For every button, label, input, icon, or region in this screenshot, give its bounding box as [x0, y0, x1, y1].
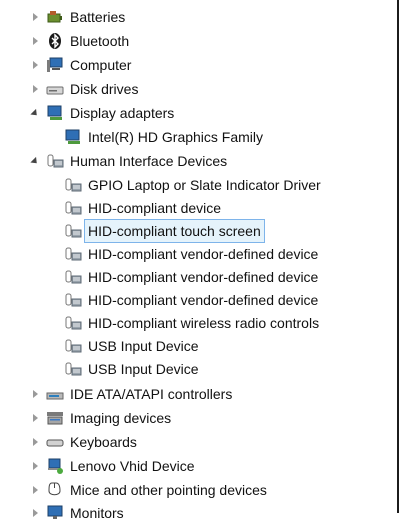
- hid-icon: [65, 362, 82, 376]
- expand-arrow-icon[interactable]: [28, 10, 42, 24]
- tree-item-label: GPIO Laptop or Slate Indicator Driver: [88, 177, 321, 193]
- tree-item-usb-input-device[interactable]: USB Input Device: [64, 335, 199, 357]
- tree-item-human-interface-devices[interactable]: Human Interface Devices: [28, 150, 227, 172]
- window-frame-edge: [397, 0, 399, 513]
- hid-icon: [65, 201, 82, 215]
- collapse-arrow-icon[interactable]: [28, 154, 42, 168]
- tree-item-label: Monitors: [70, 505, 124, 521]
- tree-item-usb-input-device[interactable]: USB Input Device: [64, 358, 199, 380]
- tree-item-label: Human Interface Devices: [70, 153, 228, 169]
- tree-item-computer[interactable]: Computer: [28, 54, 131, 76]
- tree-item-label: Mice and other pointing devices: [70, 482, 267, 498]
- tree-item-gpio-indicator-driver[interactable]: GPIO Laptop or Slate Indicator Driver: [64, 174, 321, 196]
- bluetooth-icon: [49, 33, 61, 49]
- mouse-icon: [48, 482, 61, 496]
- tree-item-label: Intel(R) HD Graphics Family: [88, 129, 264, 145]
- expand-arrow-icon[interactable]: [28, 58, 42, 72]
- hid-icon: [65, 224, 82, 238]
- tree-item-label: HID-compliant touch screen: [84, 219, 265, 243]
- display-adapter-icon: [47, 105, 62, 120]
- tree-item-label: USB Input Device: [88, 338, 199, 354]
- tree-item-monitors[interactable]: Monitors: [28, 502, 124, 524]
- tree-item-hid-touch-screen[interactable]: HID-compliant touch screen: [64, 219, 265, 243]
- hid-icon: [47, 154, 64, 168]
- tree-item-imaging-devices[interactable]: Imaging devices: [28, 407, 171, 429]
- hid-icon: [65, 178, 82, 192]
- expand-arrow-icon[interactable]: [28, 411, 42, 425]
- tree-item-label: HID-compliant vendor-defined device: [88, 292, 319, 308]
- tree-item-hid-wireless-radio-controls[interactable]: HID-compliant wireless radio controls: [64, 312, 319, 334]
- hid-icon: [65, 316, 82, 330]
- tree-item-label: Keyboards: [70, 434, 137, 450]
- hid-icon: [65, 293, 82, 307]
- tree-item-label: HID-compliant wireless radio controls: [88, 315, 320, 331]
- tree-item-ide-controllers[interactable]: IDE ATA/ATAPI controllers: [28, 383, 232, 405]
- tree-item-label: Disk drives: [70, 81, 139, 97]
- tree-item-disk-drives[interactable]: Disk drives: [28, 78, 138, 100]
- disk-drive-icon: [46, 86, 64, 95]
- expand-arrow-icon[interactable]: [28, 459, 42, 473]
- tree-item-label: IDE ATA/ATAPI controllers: [70, 386, 233, 402]
- tree-item-display-adapters[interactable]: Display adapters: [28, 102, 174, 124]
- tree-item-mice[interactable]: Mice and other pointing devices: [28, 479, 267, 501]
- tree-item-label: HID-compliant vendor-defined device: [88, 269, 319, 285]
- tree-item-label: HID-compliant device: [88, 200, 222, 216]
- tree-item-keyboards[interactable]: Keyboards: [28, 431, 137, 453]
- tree-item-batteries[interactable]: Batteries: [28, 6, 125, 28]
- tree-item-hid-vendor-defined-device[interactable]: HID-compliant vendor-defined device: [64, 243, 318, 265]
- tree-item-label: Display adapters: [70, 105, 175, 121]
- tree-item-label: USB Input Device: [88, 361, 199, 377]
- tree-item-intel-hd-graphics[interactable]: Intel(R) HD Graphics Family: [64, 126, 263, 148]
- tree-item-hid-vendor-defined-device[interactable]: HID-compliant vendor-defined device: [64, 266, 318, 288]
- lenovo-vhid-icon: [48, 458, 63, 474]
- tree-item-hid-vendor-defined-device[interactable]: HID-compliant vendor-defined device: [64, 289, 318, 311]
- expand-arrow-icon[interactable]: [28, 34, 42, 48]
- expand-arrow-icon[interactable]: [28, 387, 42, 401]
- battery-icon: [47, 11, 62, 23]
- hid-icon: [65, 270, 82, 284]
- tree-item-label: Lenovo Vhid Device: [70, 458, 195, 474]
- tree-item-bluetooth[interactable]: Bluetooth: [28, 30, 129, 52]
- keyboard-icon: [46, 439, 64, 447]
- hid-icon: [65, 247, 82, 261]
- tree-item-label: Bluetooth: [70, 33, 130, 49]
- tree-item-label: Imaging devices: [70, 410, 172, 426]
- tree-item-label: HID-compliant vendor-defined device: [88, 246, 319, 262]
- tree-item-label: Batteries: [70, 9, 126, 25]
- imaging-device-icon: [47, 412, 63, 425]
- collapse-arrow-icon[interactable]: [28, 106, 42, 120]
- tree-item-lenovo-vhid-device[interactable]: Lenovo Vhid Device: [28, 455, 195, 477]
- hid-icon: [65, 339, 82, 353]
- tree-item-label: Computer: [70, 57, 132, 73]
- expand-arrow-icon[interactable]: [28, 82, 42, 96]
- ide-controller-icon: [46, 392, 64, 400]
- expand-arrow-icon[interactable]: [28, 506, 42, 520]
- expand-arrow-icon[interactable]: [28, 483, 42, 497]
- monitor-icon: [47, 505, 63, 519]
- tree-item-hid-compliant-device[interactable]: HID-compliant device: [64, 197, 221, 219]
- display-adapter-icon: [65, 129, 80, 144]
- computer-icon: [47, 57, 63, 72]
- expand-arrow-icon[interactable]: [28, 435, 42, 449]
